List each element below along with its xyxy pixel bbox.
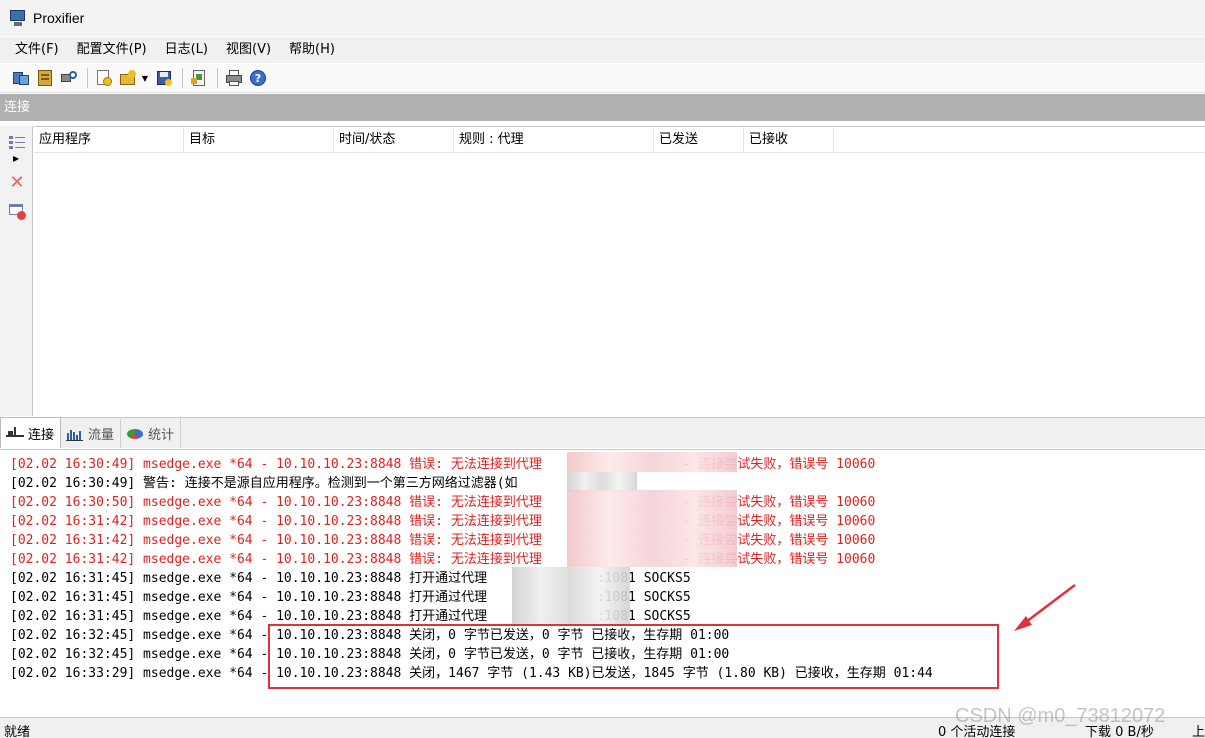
bottom-tabs: 连接 流量 统计: [0, 417, 1205, 448]
expand-arrow-icon[interactable]: ▶: [13, 154, 21, 164]
title-bar: Proxifier: [0, 0, 1205, 36]
statistics-pie-icon: [125, 427, 145, 441]
tab-statistics[interactable]: 统计: [121, 419, 182, 448]
proxy-servers-icon: [12, 69, 30, 87]
tab-statistics-label: 统计: [148, 428, 175, 443]
status-upload-rate: 上: [1192, 725, 1205, 738]
redacted-proxy-address: [512, 605, 630, 624]
proxification-rules-icon: [36, 69, 54, 87]
tab-traffic-label: 流量: [88, 428, 115, 443]
close-icon: ✕: [9, 172, 25, 193]
connections-side-toolbar: ▶ ✕: [0, 126, 33, 416]
menu-profile[interactable]: 配置文件(P): [68, 39, 156, 61]
redacted-proxy-address: [567, 528, 737, 548]
help-button[interactable]: ?: [247, 67, 269, 89]
tab-traffic[interactable]: 流量: [61, 419, 122, 448]
tab-connections-label: 连接: [28, 427, 55, 443]
list-view-icon: [8, 134, 26, 152]
redacted-proxy-address: [512, 567, 630, 586]
close-connection-button[interactable]: ✕: [8, 174, 28, 194]
column-header-rule-proxy[interactable]: 规则 : 代理: [454, 127, 654, 153]
toolbar: ▼ ?: [0, 64, 1205, 93]
annotation-arrow-icon: [1014, 584, 1076, 631]
redacted-proxy-address: [567, 490, 737, 510]
tab-connections[interactable]: 连接: [0, 417, 62, 448]
column-header-received[interactable]: 已接收: [744, 127, 834, 153]
toolbar-separator: [182, 68, 183, 88]
remove-window-icon: [8, 202, 26, 220]
toolbar-separator: [87, 68, 88, 88]
clear-closed-button[interactable]: [8, 202, 28, 222]
csdn-watermark: CSDN @m0_73812072: [955, 705, 1166, 727]
proxification-rules-button[interactable]: [34, 67, 56, 89]
redacted-proxy-address: [567, 509, 737, 529]
toolbar-separator: [217, 68, 218, 88]
menu-view[interactable]: 视图(V): [217, 39, 280, 61]
column-header-sent[interactable]: 已发送: [654, 127, 744, 153]
column-header-application[interactable]: 应用程序: [34, 127, 184, 153]
print-icon: [225, 69, 243, 87]
redacted-proxy-address: [567, 547, 737, 567]
menu-bar: 文件(F) 配置文件(P) 日志(L) 视图(V) 帮助(H): [0, 37, 1205, 63]
open-profile-button[interactable]: [117, 67, 139, 89]
proxy-servers-button[interactable]: [10, 67, 32, 89]
connections-tab-icon: [5, 426, 25, 440]
menu-help[interactable]: 帮助(H): [280, 39, 344, 61]
column-header-target[interactable]: 目标: [184, 127, 334, 153]
open-profile-dropdown[interactable]: ▼: [141, 67, 149, 89]
help-icon: ?: [249, 69, 267, 87]
window-title: Proxifier: [33, 10, 85, 26]
redacted-text: [567, 472, 637, 492]
name-resolution-button[interactable]: [58, 67, 80, 89]
detail-view-button[interactable]: [8, 134, 28, 154]
status-ready: 就绪: [4, 725, 31, 738]
name-resolution-icon: [60, 69, 78, 87]
redacted-proxy-address: [567, 452, 737, 472]
new-profile-button[interactable]: [93, 67, 115, 89]
advanced-icon: [190, 69, 208, 87]
save-profile-button[interactable]: [153, 67, 175, 89]
print-button[interactable]: [223, 67, 245, 89]
column-header-time-status[interactable]: 时间/状态: [334, 127, 454, 153]
annotation-highlight-box: [268, 624, 999, 689]
menu-log[interactable]: 日志(L): [156, 39, 217, 61]
connections-table: 应用程序 目标 时间/状态 规则 : 代理 已发送 已接收: [34, 126, 1205, 416]
connections-panel-header: 连接: [0, 94, 1205, 121]
table-header: 应用程序 目标 时间/状态 规则 : 代理 已发送 已接收: [34, 127, 1205, 153]
new-profile-icon: [95, 69, 113, 87]
redacted-proxy-address: [512, 586, 630, 605]
proxifier-app-icon: [9, 9, 27, 27]
open-profile-icon: [119, 69, 137, 87]
save-profile-icon: [155, 69, 173, 87]
menu-file[interactable]: 文件(F): [6, 39, 68, 61]
traffic-chart-icon: [65, 427, 85, 441]
advanced-button[interactable]: [188, 67, 210, 89]
